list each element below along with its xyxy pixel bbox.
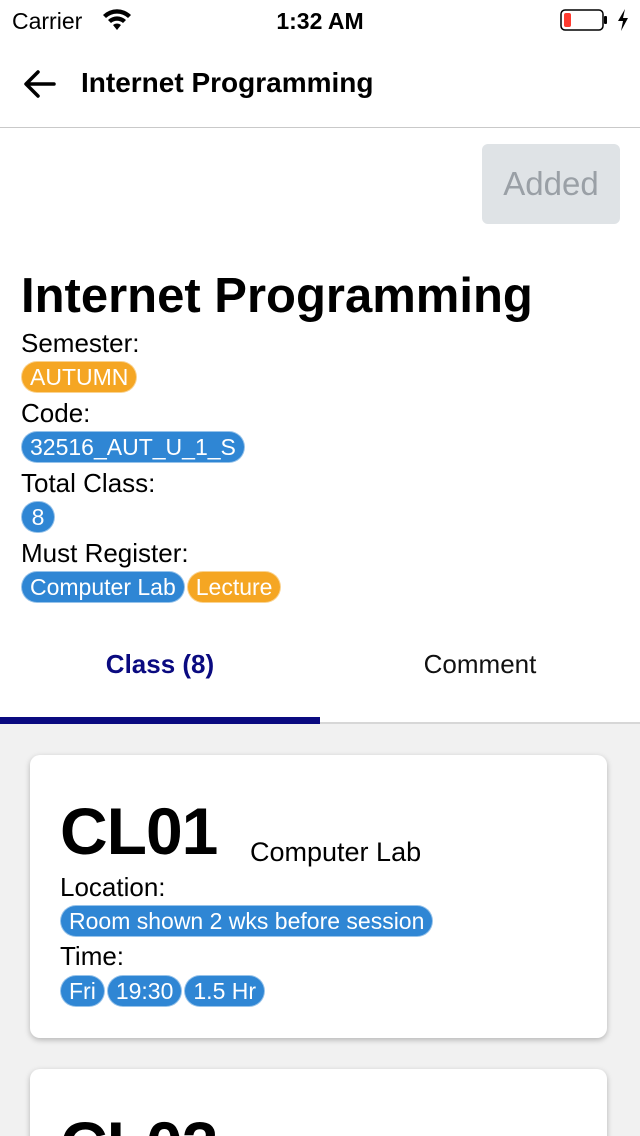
class-list: CL01 Computer Lab Location: Room shown 2… xyxy=(0,724,640,1136)
time-label: Time: xyxy=(60,941,125,971)
code-label: Code: xyxy=(21,398,91,428)
time-chips: Fri 19:30 1.5 Hr xyxy=(60,975,266,1007)
total-class-chips: 8 xyxy=(21,501,55,533)
class-type: Computer Lab xyxy=(250,837,422,867)
class-code: CL02 xyxy=(60,1107,218,1136)
total-class-badge: 8 xyxy=(21,501,55,533)
active-tab-indicator xyxy=(0,717,320,724)
nav-title: Internet Programming xyxy=(81,67,374,98)
tab-bar: Class (8) Comment xyxy=(0,606,640,724)
status-bar: Carrier 1:32 AM xyxy=(0,0,640,40)
total-class-label: Total Class: xyxy=(21,468,156,498)
must-register-badge-lecture: Lecture xyxy=(186,571,282,603)
course-title: Internet Programming xyxy=(21,269,533,323)
battery-icon xyxy=(560,9,607,31)
must-register-label: Must Register: xyxy=(21,538,189,568)
arrow-left-icon[interactable] xyxy=(20,64,60,104)
start-time-badge: 19:30 xyxy=(106,975,183,1007)
status-time: 1:32 AM xyxy=(276,8,364,34)
tab-class[interactable]: Class (8) xyxy=(0,606,320,722)
class-card[interactable]: CL02 xyxy=(30,1069,607,1136)
added-button[interactable]: Added xyxy=(482,144,620,224)
location-chips: Room shown 2 wks before session xyxy=(60,905,434,937)
must-register-badge-computer-lab: Computer Lab xyxy=(21,571,185,603)
duration-badge: 1.5 Hr xyxy=(184,975,266,1007)
nav-bar: Internet Programming xyxy=(0,40,640,128)
semester-badge: AUTUMN xyxy=(21,361,138,393)
location-badge: Room shown 2 wks before session xyxy=(60,905,434,937)
tab-comment[interactable]: Comment xyxy=(320,606,640,722)
must-register-chips: Computer Lab Lecture xyxy=(21,571,282,603)
semester-label: Semester: xyxy=(21,328,140,358)
charging-icon xyxy=(618,9,628,31)
day-badge: Fri xyxy=(60,975,105,1007)
location-label: Location: xyxy=(60,872,166,902)
code-chips: 32516_AUT_U_1_S xyxy=(21,431,245,463)
semester-chips: AUTUMN xyxy=(21,361,138,393)
class-card[interactable]: CL01 Computer Lab Location: Room shown 2… xyxy=(30,755,607,1038)
code-badge: 32516_AUT_U_1_S xyxy=(21,431,245,463)
class-code: CL01 xyxy=(60,794,218,868)
